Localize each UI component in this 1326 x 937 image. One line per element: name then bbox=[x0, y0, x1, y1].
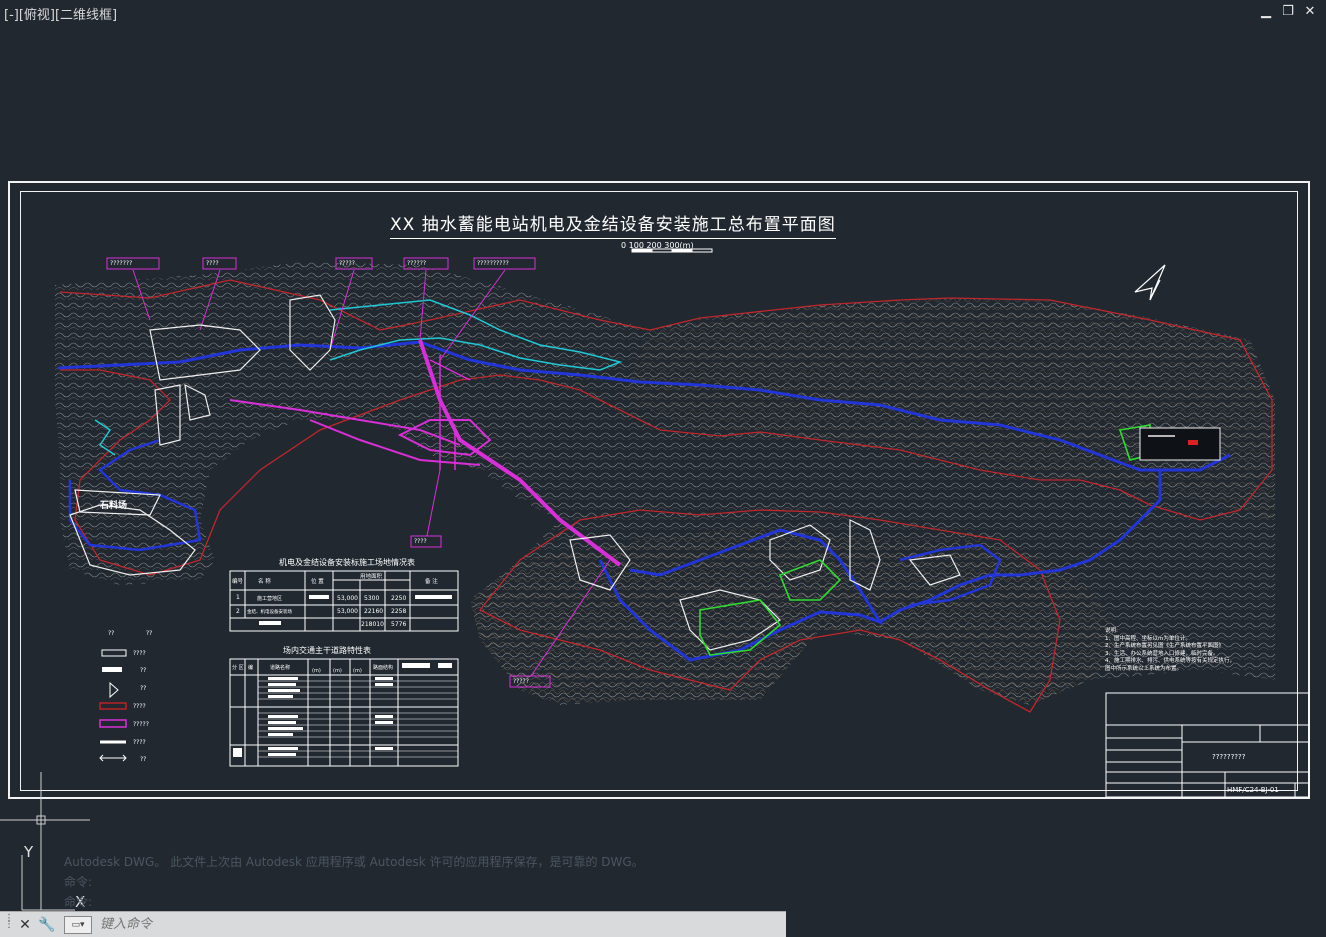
grip-handle-icon[interactable]: ⋮ ⋮ bbox=[4, 913, 14, 934]
command-history-line-2: 命令: bbox=[64, 875, 93, 889]
title-block-grid bbox=[1105, 692, 1310, 798]
legend-header-symbol: ?? bbox=[108, 630, 115, 637]
command-history-line-1: Autodesk DWG。 此文件上次由 Autodesk 应用程序或 Auto… bbox=[64, 855, 644, 869]
quarry-label: 石料场 bbox=[100, 501, 128, 511]
site-table-row2-extra: 2258 bbox=[391, 608, 407, 615]
road-table-header-surface: 路面结构 bbox=[373, 665, 394, 671]
callout-label-1: ??????? bbox=[110, 260, 133, 267]
recent-commands-icon[interactable]: ▭▾ bbox=[64, 915, 92, 934]
legend-label-6: ???? bbox=[133, 739, 146, 746]
callout-label-2: ???? bbox=[206, 260, 219, 267]
site-plan-drawing bbox=[55, 248, 1310, 798]
site-table-row1-no: 1 bbox=[236, 594, 240, 601]
site-table-total-value: 218010 bbox=[361, 621, 384, 628]
callout-label-6: ???? bbox=[414, 538, 427, 545]
site-table-header-location: 位 置 bbox=[311, 579, 324, 585]
road-table-header-width: (m) bbox=[333, 668, 342, 674]
road-table-header-length: (m) bbox=[312, 668, 321, 674]
site-table-row2-name: 金结、机电设备安装场 bbox=[247, 610, 292, 615]
site-table-row1-value: 5300 bbox=[364, 595, 380, 602]
site-table-header-name: 名 称 bbox=[258, 579, 271, 585]
east-facility bbox=[1139, 427, 1221, 461]
callout-label-3: ????? bbox=[339, 260, 355, 267]
site-table-row2-area: 53,000 bbox=[337, 608, 358, 615]
drawing-number: HMF/C24-BJ-01 bbox=[1227, 786, 1279, 794]
ucs-y-label: Y bbox=[24, 843, 34, 861]
site-table-title: 机电及金结设备安装标施工场地情况表 bbox=[279, 558, 415, 567]
road-table-header-grade: (m) bbox=[353, 668, 362, 674]
legend-label-5: ????? bbox=[133, 721, 149, 728]
north-arrow bbox=[1134, 264, 1166, 301]
callout-label-5: ?????????? bbox=[477, 260, 509, 267]
site-table-row2-no: 2 bbox=[236, 608, 240, 615]
customize-wrench-icon[interactable]: 🔧 bbox=[38, 916, 56, 934]
legend-symbols bbox=[99, 649, 127, 762]
site-table-row1-extra: 2250 bbox=[391, 595, 407, 602]
legend-label-3: ?? bbox=[140, 685, 147, 692]
command-history-line-3: 命令: bbox=[64, 895, 93, 909]
site-table-row1-area: 53,000 bbox=[337, 595, 358, 602]
drawing-title: XX 抽水蓄能电站机电及金结设备安装施工总布置平面图 bbox=[390, 210, 836, 239]
site-table-row2-value: 22160 bbox=[364, 608, 384, 615]
command-input[interactable] bbox=[98, 913, 782, 936]
callout-label-4: ?????? bbox=[407, 260, 427, 267]
road-table-header-no: 编 bbox=[248, 665, 254, 671]
road-table-header-zone: 分 区 bbox=[232, 665, 244, 671]
site-table-header-no: 编号 bbox=[232, 579, 244, 585]
road-table-cell-fills bbox=[233, 663, 452, 757]
legend-label-7: ?? bbox=[140, 756, 147, 763]
command-history: Autodesk DWG。 此文件上次由 Autodesk 应用程序或 Auto… bbox=[64, 852, 644, 912]
notes-line-1: 1、图中高程、坐标以m为单位计。 bbox=[1105, 635, 1191, 642]
command-line-bar: ⋮ ⋮ ✕ 🔧 ▭▾ bbox=[0, 911, 786, 937]
scale-label: 0 100 200 300(m) bbox=[621, 241, 694, 250]
site-table-row1-name: 施工营地区 bbox=[257, 596, 283, 602]
legend-label-4: ???? bbox=[133, 703, 146, 710]
road-table-title: 场内交通主干道路特性表 bbox=[283, 646, 371, 655]
site-table-total-extra: 5776 bbox=[391, 621, 407, 628]
legend-label-1: ???? bbox=[133, 650, 146, 657]
notes-heading: 说明: bbox=[1105, 628, 1118, 634]
callout-label-7: ????? bbox=[513, 678, 529, 685]
notes-line-3: 3、生活、办公系统营地入口修建，临时完备。 bbox=[1105, 650, 1219, 657]
legend-label-2: ?? bbox=[140, 667, 147, 674]
notes-line-2: 2、生产系统布置另见图《生产系统布置平面图》 bbox=[1105, 643, 1225, 649]
site-table-header-remark: 备 注 bbox=[425, 579, 438, 585]
legend-header-name: ?? bbox=[146, 630, 153, 637]
close-command-line-icon[interactable]: ✕ bbox=[16, 916, 34, 934]
road-table-grid bbox=[229, 658, 459, 767]
design-notes: 说明: 1、图中高程、坐标以m为单位计。 2、生产系统布置另见图《生产系统布置平… bbox=[1105, 628, 1265, 673]
title-block-name: ????????? bbox=[1212, 753, 1246, 761]
road-table-header-name: 道路名称 bbox=[270, 665, 291, 671]
road-table-rows bbox=[258, 680, 458, 758]
notes-line-5: 图中所示系统以上系统为布置。 bbox=[1105, 665, 1183, 672]
notes-line-4: 4、施工期排水、排污、供电系统等按有关规定执行， bbox=[1105, 658, 1236, 664]
site-table-header-area: 用地面积 bbox=[360, 574, 383, 580]
